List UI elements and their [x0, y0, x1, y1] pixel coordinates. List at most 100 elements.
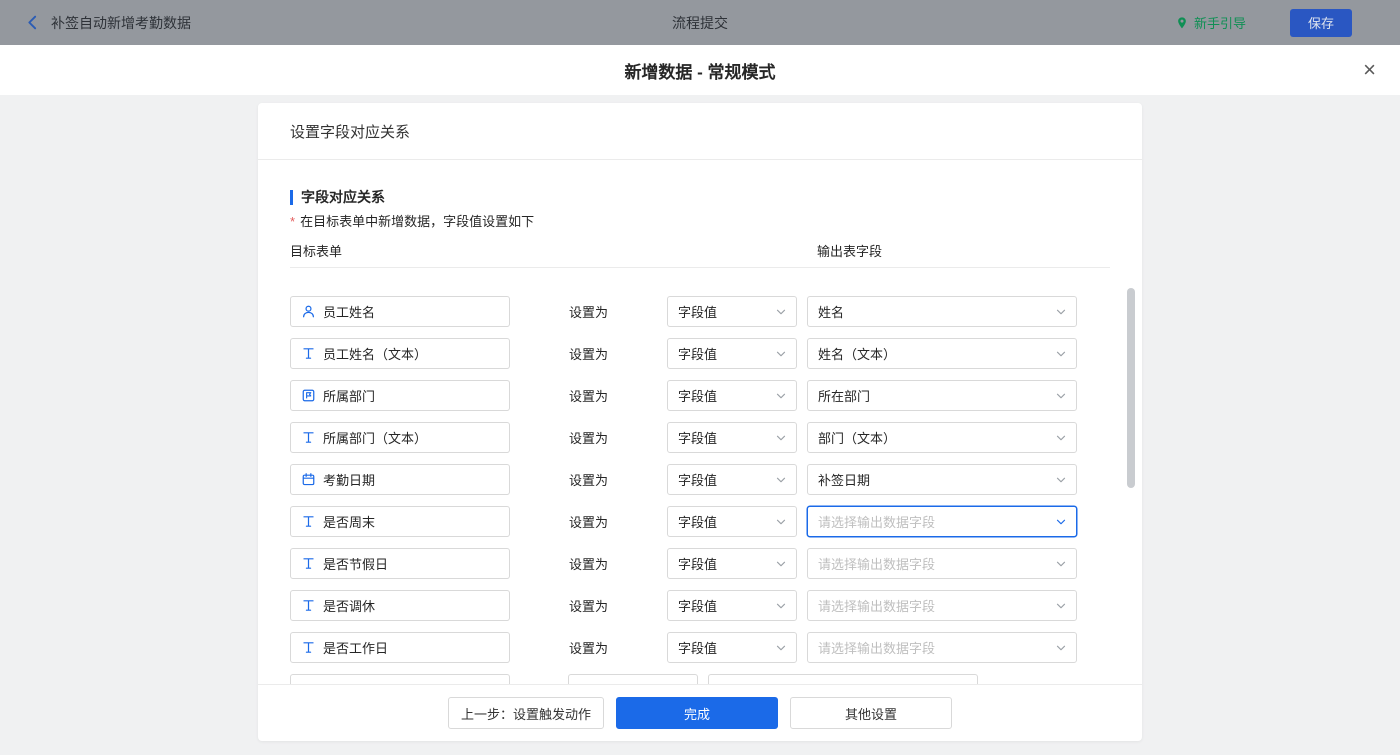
done-button[interactable]: 完成: [616, 697, 778, 729]
other-settings-button[interactable]: 其他设置: [790, 697, 952, 729]
text-icon: [301, 598, 316, 613]
chevron-down-icon: [774, 347, 788, 361]
target-field-label: 是否节假日: [323, 554, 388, 573]
required-mark: *: [290, 214, 295, 229]
value-mode-value: 字段值: [678, 596, 717, 615]
topbar-right: 新手引导 保存: [1175, 9, 1352, 37]
field-mapping-row: [290, 674, 1110, 684]
field-mapping-rows: 员工姓名 设置为 字段值 姓名 员工姓名（文本） 设置为 字段值 姓名（文本） …: [290, 268, 1110, 684]
chevron-down-icon: [774, 557, 788, 571]
output-field-value: 所在部门: [818, 386, 870, 405]
scrollbar-thumb[interactable]: [1127, 288, 1135, 488]
text-icon: [301, 430, 316, 445]
chevron-down-icon: [1054, 305, 1068, 319]
value-mode-select[interactable]: 字段值: [667, 380, 797, 411]
chevron-down-icon: [774, 641, 788, 655]
beginner-guide-link[interactable]: 新手引导: [1175, 13, 1246, 32]
target-field-box[interactable]: 员工姓名: [290, 296, 510, 327]
chevron-down-icon: [774, 431, 788, 445]
value-mode-select[interactable]: 字段值: [667, 464, 797, 495]
target-field-box[interactable]: [290, 674, 510, 684]
guide-pin-icon: [1175, 16, 1189, 30]
field-mapping-row: 考勤日期 设置为 字段值 补签日期: [290, 464, 1110, 495]
value-mode-select[interactable]: 字段值: [667, 548, 797, 579]
target-field-box[interactable]: 是否调休: [290, 590, 510, 621]
output-field-value: 部门（文本）: [818, 428, 896, 447]
close-icon[interactable]: ×: [1363, 59, 1376, 81]
output-field-select[interactable]: 请选择输出数据字段: [807, 632, 1077, 663]
topbar-center-title: 流程提交: [672, 13, 728, 33]
target-field-box[interactable]: 是否周末: [290, 506, 510, 537]
mapping-note: *在目标表单中新增数据，字段值设置如下: [290, 215, 1110, 228]
output-field-select[interactable]: 所在部门: [807, 380, 1077, 411]
text-icon: [301, 514, 316, 529]
value-mode-select[interactable]: 字段值: [667, 590, 797, 621]
field-mapping-row: 所属部门（文本） 设置为 字段值 部门（文本）: [290, 422, 1110, 453]
chevron-down-icon: [774, 473, 788, 487]
guide-label: 新手引导: [1194, 13, 1246, 32]
set-as-label: 设置为: [569, 596, 609, 615]
back-button[interactable]: [24, 14, 41, 31]
topbar-left: 补签自动新增考勤数据: [24, 13, 191, 33]
output-field-select[interactable]: 请选择输出数据字段: [807, 548, 1077, 579]
field-mapping-row: 员工姓名 设置为 字段值 姓名: [290, 296, 1110, 327]
field-mapping-row: 所属部门 设置为 字段值 所在部门: [290, 380, 1110, 411]
column-target-form: 目标表单: [290, 245, 510, 259]
chevron-down-icon: [1054, 431, 1068, 445]
chevron-down-icon: [1054, 641, 1068, 655]
back-chevron-icon: [24, 14, 41, 31]
card-header-title: 设置字段对应关系: [290, 121, 410, 142]
set-as-label: 设置为: [569, 302, 609, 321]
target-field-box[interactable]: 考勤日期: [290, 464, 510, 495]
chevron-down-icon: [774, 599, 788, 613]
value-mode-value: 字段值: [678, 428, 717, 447]
field-mapping-row: 是否工作日 设置为 字段值 请选择输出数据字段: [290, 632, 1110, 663]
output-field-select[interactable]: 请选择输出数据字段: [807, 506, 1077, 537]
output-field-select[interactable]: 姓名（文本）: [807, 338, 1077, 369]
field-mapping-row: 员工姓名（文本） 设置为 字段值 姓名（文本）: [290, 338, 1110, 369]
field-mapping-row: 是否节假日 设置为 字段值 请选择输出数据字段: [290, 548, 1110, 579]
target-field-box[interactable]: 是否节假日: [290, 548, 510, 579]
value-mode-select[interactable]: 字段值: [667, 296, 797, 327]
topbar: 补签自动新增考勤数据 流程提交 新手引导 保存: [0, 0, 1400, 45]
chevron-down-icon: [1054, 473, 1068, 487]
output-field-select[interactable]: [708, 674, 978, 684]
value-mode-select[interactable]: 字段值: [667, 338, 797, 369]
target-field-label: 是否周末: [323, 512, 375, 531]
target-field-label: 员工姓名: [323, 302, 375, 321]
save-button[interactable]: 保存: [1290, 9, 1352, 37]
modal-header: 新增数据 - 常规模式 ×: [0, 45, 1400, 95]
target-field-box[interactable]: 所属部门: [290, 380, 510, 411]
modal-content: 设置字段对应关系 字段对应关系 *在目标表单中新增数据，字段值设置如下 目标表单…: [0, 95, 1400, 755]
value-mode-select[interactable]: 字段值: [667, 632, 797, 663]
value-mode-value: 字段值: [678, 386, 717, 405]
prev-step-button[interactable]: 上一步：设置触发动作: [448, 697, 604, 729]
set-as-label: 设置为: [569, 554, 609, 573]
value-mode-value: 字段值: [678, 554, 717, 573]
chevron-down-icon: [774, 389, 788, 403]
value-mode-select[interactable]: 字段值: [667, 422, 797, 453]
target-field-box[interactable]: 是否工作日: [290, 632, 510, 663]
output-field-select[interactable]: 姓名: [807, 296, 1077, 327]
set-as-label: 设置为: [569, 428, 609, 447]
chevron-down-icon: [1054, 599, 1068, 613]
target-field-box[interactable]: 所属部门（文本）: [290, 422, 510, 453]
value-mode-select[interactable]: 字段值: [667, 506, 797, 537]
target-field-box[interactable]: 员工姓名（文本）: [290, 338, 510, 369]
output-field-value: 请选择输出数据字段: [818, 638, 935, 657]
target-field-label: 是否工作日: [323, 638, 388, 657]
value-mode-select[interactable]: [568, 674, 698, 684]
chevron-down-icon: [774, 515, 788, 529]
column-output-fields: 输出表字段: [817, 245, 882, 259]
output-field-select[interactable]: 请选择输出数据字段: [807, 590, 1077, 621]
field-mapping-card: 设置字段对应关系 字段对应关系 *在目标表单中新增数据，字段值设置如下 目标表单…: [258, 103, 1142, 741]
output-field-select[interactable]: 补签日期: [807, 464, 1077, 495]
output-field-value: 请选择输出数据字段: [818, 554, 935, 573]
section-title: 字段对应关系: [290, 190, 1110, 205]
target-field-label: 是否调休: [323, 596, 375, 615]
set-as-label: 设置为: [569, 470, 609, 489]
value-mode-value: 字段值: [678, 302, 717, 321]
target-field-label: 员工姓名（文本）: [323, 344, 427, 363]
set-as-label: 设置为: [569, 344, 609, 363]
output-field-select[interactable]: 部门（文本）: [807, 422, 1077, 453]
